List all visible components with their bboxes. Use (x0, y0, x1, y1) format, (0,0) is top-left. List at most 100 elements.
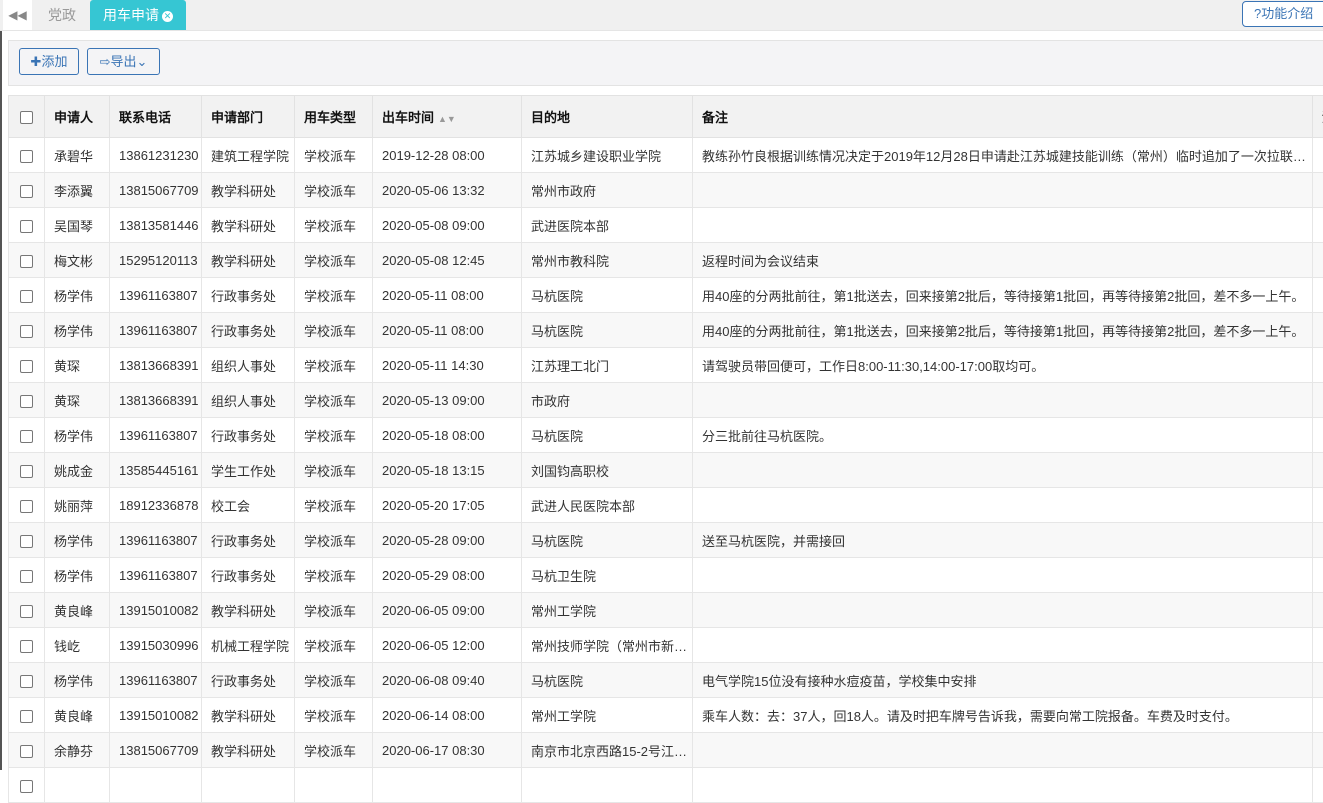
table-row[interactable]: 黄良峰13915010082教学科研处学校派车2020-06-05 09:00常… (9, 593, 1323, 628)
col-remarks[interactable]: 备注 (693, 96, 1313, 138)
row-checkbox[interactable] (9, 383, 45, 418)
col-destination[interactable]: 目的地 (522, 96, 693, 138)
table-row[interactable]: ▣ (9, 768, 1323, 803)
cell-action[interactable]: ▣ (1313, 383, 1323, 418)
cell-phone: 13961163807 (110, 523, 202, 558)
row-checkbox[interactable] (9, 768, 45, 803)
cell-destination: 马杭医院 (522, 278, 693, 313)
scroll-tabs-left-button[interactable]: ◀◀ (3, 0, 32, 30)
table-row[interactable]: 姚成金13585445161学生工作处学校派车2020-05-18 13:15刘… (9, 453, 1323, 488)
table-row[interactable]: 姚丽萍18912336878校工会学校派车2020-05-20 17:05武进人… (9, 488, 1323, 523)
cell-departure-time: 2020-05-08 09:00 (373, 208, 522, 243)
cell-phone: 13915010082 (110, 698, 202, 733)
feature-intro-button[interactable]: ?功能介绍 (1242, 1, 1323, 27)
table-row[interactable]: 吴国琴13813581446教学科研处学校派车2020-05-08 09:00武… (9, 208, 1323, 243)
cell-vehicle-type: 学校派车 (295, 243, 373, 278)
cell-action[interactable]: ▣ (1313, 733, 1323, 768)
tab-vehicle-request[interactable]: 用车申请✕ (90, 0, 186, 30)
cell-action[interactable]: ▣ (1313, 488, 1323, 523)
cell-action[interactable]: ▣ (1313, 243, 1323, 278)
cell-departure-time: 2020-05-11 08:00 (373, 313, 522, 348)
row-checkbox[interactable] (9, 138, 45, 173)
cell-action[interactable]: ▣ (1313, 698, 1323, 733)
cell-vehicle-type: 学校派车 (295, 663, 373, 698)
row-checkbox[interactable] (9, 243, 45, 278)
row-checkbox[interactable] (9, 698, 45, 733)
tab-dangzheng[interactable]: 党政 (40, 0, 84, 30)
cell-applicant: 钱屹 (45, 628, 110, 663)
row-checkbox[interactable] (9, 313, 45, 348)
cell-action[interactable]: ▣ (1313, 208, 1323, 243)
cell-vehicle-type: 学校派车 (295, 208, 373, 243)
col-applicant[interactable]: 申请人 (45, 96, 110, 138)
cell-destination: 马杭医院 (522, 523, 693, 558)
cell-action[interactable]: ▣ (1313, 453, 1323, 488)
cell-action[interactable]: ▣ (1313, 313, 1323, 348)
table-row[interactable]: 杨学伟13961163807行政事务处学校派车2020-05-11 08:00马… (9, 313, 1323, 348)
cell-action[interactable]: ▣ (1313, 173, 1323, 208)
cell-applicant: 黄琛 (45, 383, 110, 418)
cell-action[interactable]: ▣ (1313, 138, 1323, 173)
col-department[interactable]: 申请部门 (202, 96, 295, 138)
cell-departure-time: 2020-06-08 09:40 (373, 663, 522, 698)
row-checkbox[interactable] (9, 593, 45, 628)
cell-action[interactable]: ▣ (1313, 768, 1323, 803)
cell-departure-time: 2020-05-28 09:00 (373, 523, 522, 558)
sort-icon[interactable]: ▲▼ (438, 114, 456, 124)
col-vehicle-type[interactable]: 用车类型 (295, 96, 373, 138)
table-row[interactable]: 承碧华13861231230建筑工程学院学校派车2019-12-28 08:00… (9, 138, 1323, 173)
row-checkbox[interactable] (9, 418, 45, 453)
row-checkbox[interactable] (9, 663, 45, 698)
cell-action[interactable]: ▣ (1313, 628, 1323, 663)
table-row[interactable]: 黄琛13813668391组织人事处学校派车2020-05-13 09:00市政… (9, 383, 1323, 418)
cell-action[interactable]: ▣ (1313, 593, 1323, 628)
select-all-checkbox[interactable] (9, 96, 45, 138)
cell-applicant: 杨学伟 (45, 558, 110, 593)
row-checkbox[interactable] (9, 348, 45, 383)
cell-phone: 13585445161 (110, 453, 202, 488)
table-row[interactable]: 梅文彬15295120113教学科研处学校派车2020-05-08 12:45常… (9, 243, 1323, 278)
row-checkbox[interactable] (9, 628, 45, 663)
cell-action[interactable]: ▣ (1313, 348, 1323, 383)
row-checkbox[interactable] (9, 523, 45, 558)
close-tab-icon[interactable]: ✕ (162, 11, 173, 22)
row-checkbox[interactable] (9, 278, 45, 313)
add-button[interactable]: ✚添加 (19, 48, 79, 75)
table-row[interactable]: 李添翼13815067709教学科研处学校派车2020-05-06 13:32常… (9, 173, 1323, 208)
cell-departure-time: 2020-05-18 08:00 (373, 418, 522, 453)
row-checkbox[interactable] (9, 558, 45, 593)
table-header: 申请人 联系电话 申请部门 用车类型 出车时间▲▼ 目的地 备注 流 (9, 96, 1323, 138)
col-phone[interactable]: 联系电话 (110, 96, 202, 138)
cell-remarks (693, 628, 1313, 663)
table-row[interactable]: 黄琛13813668391组织人事处学校派车2020-05-11 14:30江苏… (9, 348, 1323, 383)
cell-destination: 江苏理工北门 (522, 348, 693, 383)
cell-action[interactable]: ▣ (1313, 278, 1323, 313)
export-dropdown-button[interactable]: ⇨导出⌄ (87, 48, 160, 75)
cell-phone: 18912336878 (110, 488, 202, 523)
table-row[interactable]: 杨学伟13961163807行政事务处学校派车2020-05-11 08:00马… (9, 278, 1323, 313)
col-status[interactable]: 流 (1313, 96, 1323, 138)
cell-remarks: 电气学院15位没有接种水痘疫苗，学校集中安排 (693, 663, 1313, 698)
cell-phone: 13861231230 (110, 138, 202, 173)
row-checkbox[interactable] (9, 173, 45, 208)
row-checkbox[interactable] (9, 208, 45, 243)
row-checkbox[interactable] (9, 488, 45, 523)
col-departure-time[interactable]: 出车时间▲▼ (373, 96, 522, 138)
row-checkbox[interactable] (9, 453, 45, 488)
table-row[interactable]: 杨学伟13961163807行政事务处学校派车2020-06-08 09:40马… (9, 663, 1323, 698)
cell-applicant: 杨学伟 (45, 313, 110, 348)
cell-department: 校工会 (202, 488, 295, 523)
cell-action[interactable]: ▣ (1313, 523, 1323, 558)
cell-action[interactable]: ▣ (1313, 663, 1323, 698)
table-row[interactable]: 杨学伟13961163807行政事务处学校派车2020-05-18 08:00马… (9, 418, 1323, 453)
table-row[interactable]: 钱屹13915030996机械工程学院学校派车2020-06-05 12:00常… (9, 628, 1323, 663)
cell-department: 教学科研处 (202, 733, 295, 768)
cell-departure-time: 2020-05-11 08:00 (373, 278, 522, 313)
table-row[interactable]: 余静芬13815067709教学科研处学校派车2020-06-17 08:30南… (9, 733, 1323, 768)
table-row[interactable]: 杨学伟13961163807行政事务处学校派车2020-05-29 08:00马… (9, 558, 1323, 593)
table-row[interactable]: 杨学伟13961163807行政事务处学校派车2020-05-28 09:00马… (9, 523, 1323, 558)
table-row[interactable]: 黄良峰13915010082教学科研处学校派车2020-06-14 08:00常… (9, 698, 1323, 733)
cell-action[interactable]: ▣ (1313, 418, 1323, 453)
cell-action[interactable]: ▣ (1313, 558, 1323, 593)
row-checkbox[interactable] (9, 733, 45, 768)
